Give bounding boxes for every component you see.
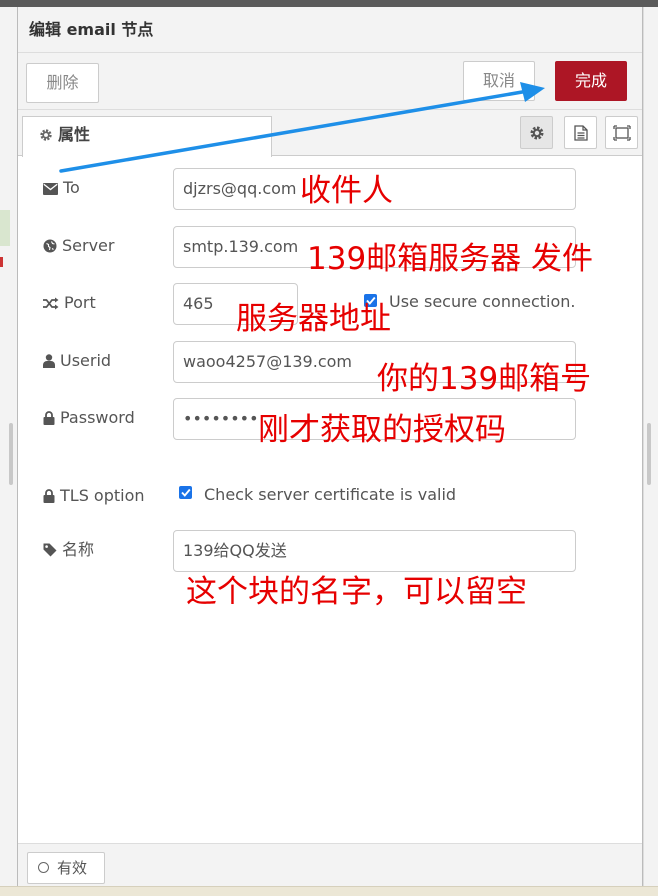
annotation-recipient: 收件人	[300, 173, 393, 209]
shuffle-icon	[43, 297, 59, 310]
resize-handle-right[interactable]	[647, 423, 651, 485]
status-bar	[0, 886, 658, 896]
workspace-canvas-left	[0, 7, 17, 896]
annotation-server: 139邮箱服务器 发件	[307, 241, 594, 277]
lock-icon	[43, 489, 55, 503]
enabled-toggle-button[interactable]: 有效	[27, 852, 105, 884]
dialog-title: 编辑 email 节点	[18, 7, 642, 53]
server-label: Server	[43, 235, 114, 257]
tag-icon	[43, 543, 57, 557]
circle-icon	[38, 862, 49, 873]
password-label: Password	[43, 407, 135, 429]
tls-verify-checkbox[interactable]	[179, 486, 192, 499]
edit-dialog: 编辑 email 节点 删除 取消 完成 属性 To djzrs@qq.com …	[17, 7, 643, 886]
envelope-icon	[43, 183, 58, 195]
dialog-footer: 有效	[18, 843, 642, 886]
frame-icon	[612, 124, 631, 141]
done-button[interactable]: 完成	[555, 61, 627, 101]
annotation-password: 刚才获取的授权码	[258, 412, 506, 448]
dialog-tabs: 属性	[18, 110, 642, 157]
tab-properties-label: 属性	[58, 125, 91, 144]
document-icon	[573, 124, 588, 141]
lock-icon	[43, 411, 55, 425]
secure-connection-label: Use secure connection.	[389, 292, 576, 311]
tab-settings[interactable]	[520, 116, 553, 149]
tls-verify-label: Check server certificate is valid	[204, 485, 457, 504]
canvas-node-port	[0, 257, 3, 267]
top-bar	[0, 0, 658, 7]
workspace-canvas-right	[643, 7, 658, 896]
name-label: 名称	[43, 539, 94, 561]
user-icon	[43, 354, 55, 368]
delete-button[interactable]: 删除	[26, 63, 99, 103]
canvas-node-fragment	[0, 210, 10, 246]
resize-handle-left[interactable]	[9, 423, 13, 485]
tab-properties[interactable]: 属性	[22, 116, 272, 157]
tab-appearance[interactable]	[605, 116, 638, 149]
enabled-label: 有效	[57, 859, 88, 877]
gear-icon	[530, 126, 543, 139]
cancel-button[interactable]: 取消	[463, 61, 535, 101]
dialog-toolbar: 删除 取消 完成	[18, 53, 642, 110]
annotation-name: 这个块的名字，可以留空	[186, 574, 527, 610]
check-icon	[180, 488, 191, 497]
globe-icon	[43, 239, 57, 253]
name-input[interactable]: 139给QQ发送	[173, 530, 576, 572]
tls-option-label: TLS option	[43, 485, 145, 507]
gear-icon	[40, 129, 52, 141]
userid-label: Userid	[43, 350, 111, 372]
to-label: To	[43, 177, 80, 199]
port-label: Port	[43, 292, 96, 314]
annotation-userid: 你的139邮箱号	[377, 361, 592, 397]
tab-description[interactable]	[564, 116, 597, 149]
annotation-port: 服务器地址	[236, 301, 391, 337]
